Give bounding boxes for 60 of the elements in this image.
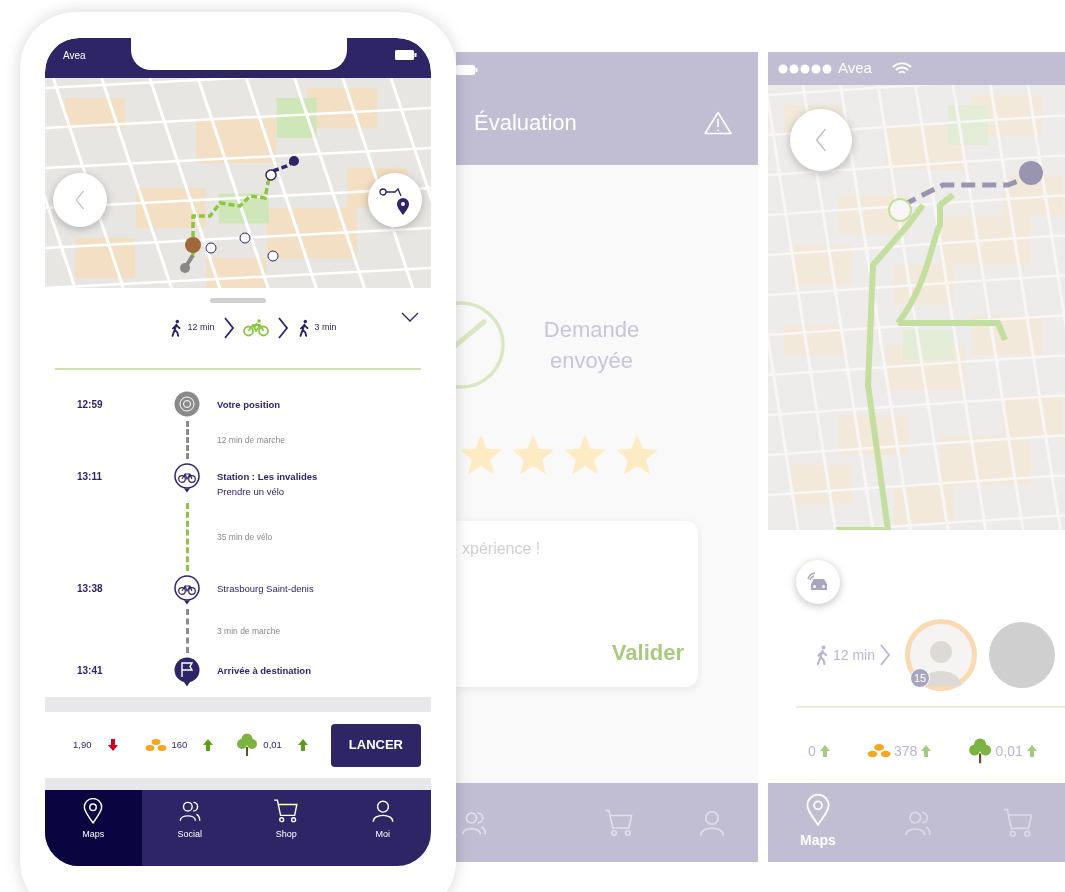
stat-value: 0 [808,741,816,761]
report-button[interactable] [704,110,732,135]
back-button[interactable] [790,109,852,171]
bike-path-line [185,503,189,571]
leg-duration: 12 min [187,321,215,335]
drag-handle[interactable] [210,298,266,303]
walk-duration: 12 min [833,645,876,665]
segment-duration: 12 min de marche [217,433,287,447]
shopping-cart-icon [603,807,634,838]
chevron-down-icon [401,312,419,322]
chevron-left-icon [74,189,86,211]
walk-path-line [185,609,189,653]
warning-icon [704,110,732,135]
segment-duration: 35 min de vélo [217,530,274,544]
segment-duration: 3 min de marche [217,624,282,638]
stat-value: 0,01 [995,741,1023,761]
carrier-name: Avea [838,58,872,79]
nav-tab[interactable]: Social [141,790,238,866]
walk-path-line [185,421,189,459]
shopping-cart-icon [1002,806,1034,839]
chevron-right-icon [276,316,289,340]
stop-time: 13:11 [77,470,104,484]
chevron-right-icon [222,316,235,340]
shopping-cart-icon [273,798,300,824]
nav-tab[interactable]: Maps [45,790,142,866]
launch-button[interactable]: LANCER [330,723,421,767]
stat-value: 378 [894,741,918,761]
screen-title: Évaluation [474,109,577,137]
stop-time: 13:41 [77,664,104,678]
bike-station-marker-icon [174,463,200,493]
level-count: 15 [910,668,931,688]
collapse-button[interactable] [401,312,419,322]
carrier-name: Avea [63,50,86,62]
stop-instruction: Prendre un vélo [217,485,286,499]
stop-name: Station : Les invalides [217,470,319,484]
stop-time: 12:59 [77,398,104,412]
stat-value: 1,90 [73,737,92,752]
stop-time: 13:38 [77,582,104,596]
flag-marker-icon [174,657,200,687]
nav-tab[interactable]: Shop [238,790,335,866]
tree-icon [968,738,993,765]
tree-icon [236,733,259,757]
signal-dots-icon [778,63,832,74]
coins-icon [866,743,891,759]
stop-name: Strasbourg Saint-denis [217,582,315,596]
stop-name: Arrivée à destination [217,664,312,678]
walking-person-icon [814,644,830,666]
leg-duration: 3 min [314,321,337,335]
position-marker-icon [174,391,200,417]
battery-icon [395,50,417,60]
stat-value: 0,01 [263,737,282,752]
chevron-left-icon [814,127,828,153]
car-signal-button[interactable] [796,560,840,604]
wifi-icon [891,61,912,76]
stop-name: Votre position [217,398,282,412]
nav-tab[interactable]: Moi [334,790,431,866]
coins-icon [144,738,167,752]
chevron-right-icon [879,642,892,668]
stat-value: 160 [171,737,188,752]
bike-station-marker-icon [174,575,200,605]
